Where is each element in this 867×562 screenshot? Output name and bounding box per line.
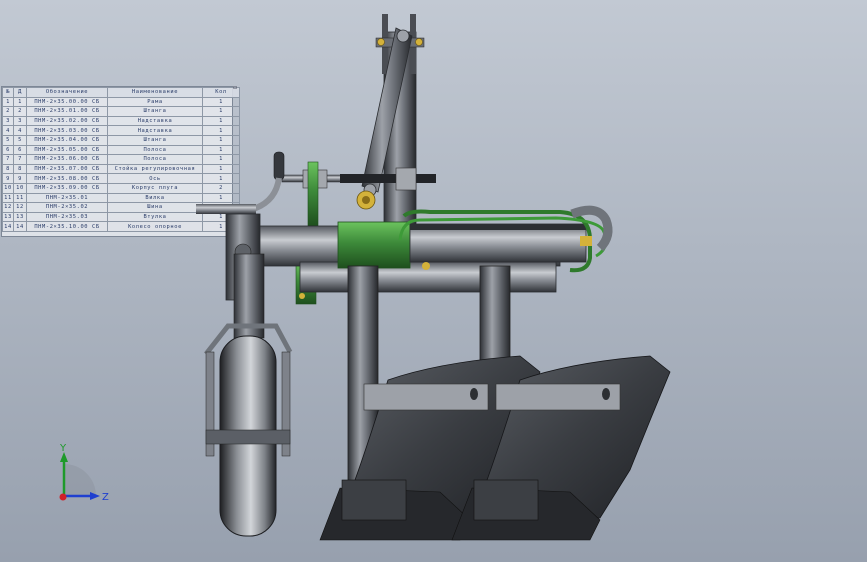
y-axis-label: Y [59,443,67,454]
lever-handle [196,151,285,215]
x-axis-origin-icon [59,493,67,501]
support-wheel [204,253,293,537]
view-triad[interactable]: Y Z [50,440,120,510]
plough-model[interactable] [0,0,867,562]
z-axis-label: Z [102,492,109,503]
hydraulic-cylinder [337,205,613,273]
